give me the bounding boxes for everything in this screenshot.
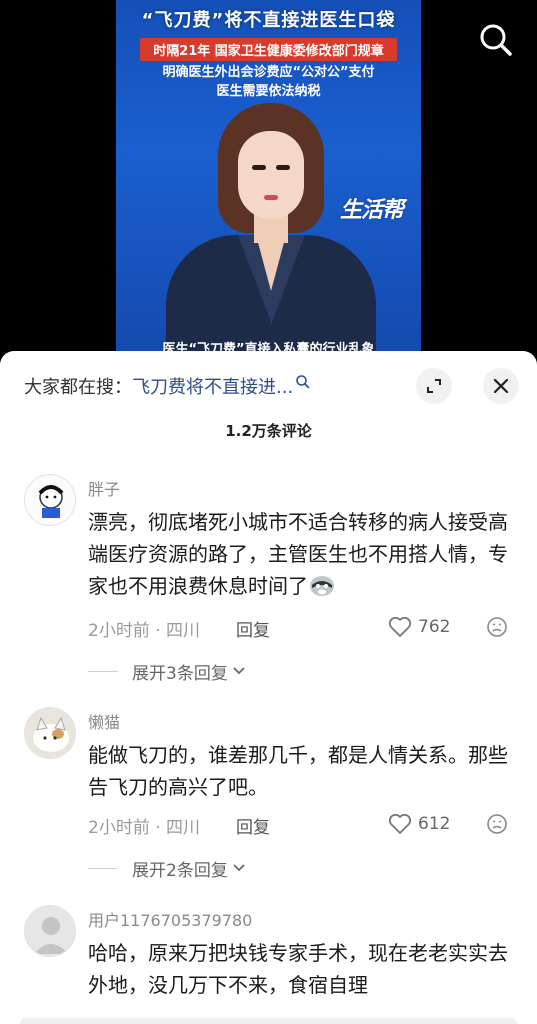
video-headline: “飞刀费”将不直接进医生口袋 (141, 10, 396, 31)
comment-text: 漂亮，彻底堵死小城市不适合转移的病人接受高端医疗资源的路了，主管医生也不用搭人情… (88, 506, 508, 602)
suggested-search[interactable]: 大家都在搜： 飞刀费将不直接进... (24, 373, 311, 399)
comment-author[interactable]: 用户1176705379780 (88, 907, 252, 931)
comment-text-body: 漂亮，彻底堵死小城市不适合转移的病人接受高端医疗资源的路了，主管医生也不用搭人情… (88, 510, 508, 598)
divider (88, 670, 118, 672)
expand-button[interactable] (416, 368, 452, 404)
video-player[interactable]: “飞刀费”将不直接进医生口袋 时隔21年 国家卫生健康委修改部门规章 明确医生外… (0, 0, 537, 380)
search-icon (480, 24, 512, 56)
comment-text: 哈哈，原来万把块钱专家手术，现在老老实实去外地，没几万下不来，食宿自理 (88, 941, 508, 997)
heart-icon (388, 813, 412, 834)
dislike-icon (487, 617, 507, 637)
suggested-search-prefix: 大家都在搜： (24, 377, 132, 398)
chevron-down-icon (233, 864, 245, 872)
search-button[interactable] (476, 20, 516, 60)
dislike-button[interactable] (486, 616, 508, 643)
close-button[interactable] (483, 368, 519, 404)
search-icon (296, 375, 310, 389)
video-caption-line-1: 明确医生外出会诊费应“公对公”支付 (162, 65, 375, 80)
comment-count: 1.2万条评论 (225, 422, 312, 440)
reply-button[interactable]: 回复 (236, 813, 270, 838)
comment-meta: 2小时前 · 四川 回复 762 (88, 616, 518, 643)
comment-author[interactable]: 胖子 (88, 476, 120, 500)
like-count: 612 (418, 814, 451, 834)
reply-button[interactable]: 回复 (236, 616, 270, 641)
suggested-search-query[interactable]: 飞刀费将不直接进... (132, 373, 293, 399)
expand-replies-label: 展开2条回复 (132, 860, 228, 881)
chevron-down-icon (233, 667, 245, 675)
expand-icon (427, 379, 441, 393)
avatar[interactable] (24, 474, 76, 526)
comment-panel: 大家都在搜： 飞刀费将不直接进... 1.2万条评论 胖子 漂亮，彻底堵死小城市… (0, 351, 537, 1024)
divider (88, 867, 118, 869)
like-button[interactable]: 612 (388, 813, 450, 835)
channel-logo: 生活帮 (339, 198, 404, 223)
avatar[interactable] (24, 905, 76, 957)
avatar[interactable] (24, 707, 76, 759)
like-button[interactable]: 762 (388, 616, 450, 638)
input-bar-edge (20, 1018, 517, 1024)
dislike-icon (487, 814, 507, 834)
like-count: 762 (418, 617, 451, 637)
expand-replies-button[interactable]: 展开2条回复 (88, 857, 246, 881)
expand-replies-label: 展开3条回复 (132, 663, 228, 684)
dislike-button[interactable] (486, 813, 508, 840)
video-frame: “飞刀费”将不直接进医生口袋 时隔21年 国家卫生健康委修改部门规章 明确医生外… (116, 0, 421, 380)
comment-meta: 2小时前 · 四川 回复 612 (88, 813, 518, 840)
video-subhead: 时隔21年 国家卫生健康委修改部门规章 (140, 38, 397, 61)
comment-text: 能做飞刀的，谁差那几千，都是人情关系。那些告飞刀的高兴了吧。 (88, 743, 508, 799)
close-icon (493, 378, 509, 394)
heart-icon (388, 616, 412, 637)
comment-time: 2小时前 · 四川 (88, 621, 201, 641)
comment-time: 2小时前 · 四川 (88, 818, 201, 838)
comment-author[interactable]: 懒猫 (88, 709, 120, 733)
expand-replies-button[interactable]: 展开3条回复 (88, 660, 246, 684)
raccoon-emoji-icon (308, 573, 336, 597)
